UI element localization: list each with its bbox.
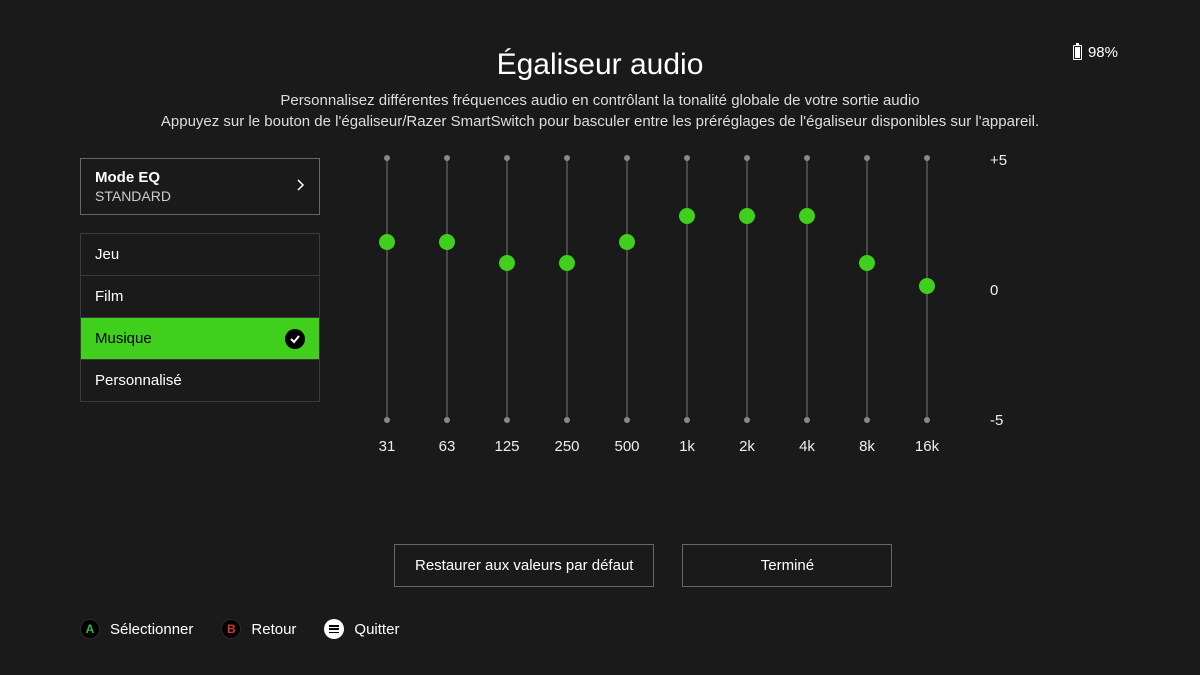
eq-slider[interactable]: 250 xyxy=(560,158,574,420)
done-button[interactable]: Terminé xyxy=(682,544,892,587)
preset-item[interactable]: Film xyxy=(80,276,320,318)
slider-endcap-icon xyxy=(504,417,510,423)
battery-percent: 98% xyxy=(1088,44,1118,61)
menu-button-icon xyxy=(324,619,344,639)
a-button-icon: A xyxy=(80,619,100,639)
slider-endcap-icon xyxy=(924,155,930,161)
freq-label: 63 xyxy=(439,438,456,455)
chevron-right-icon xyxy=(297,178,305,196)
eq-slider[interactable]: 31 xyxy=(380,158,394,420)
slider-endcap-icon xyxy=(684,417,690,423)
preset-label: Film xyxy=(95,288,123,305)
freq-label: 1k xyxy=(679,438,695,455)
freq-label: 8k xyxy=(859,438,875,455)
page-subtitle-1: Personnalisez différentes fréquences aud… xyxy=(80,92,1120,109)
slider-track xyxy=(867,158,868,420)
freq-label: 125 xyxy=(494,438,519,455)
slider-endcap-icon xyxy=(444,155,450,161)
eq-slider[interactable]: 500 xyxy=(620,158,634,420)
slider-endcap-icon xyxy=(864,417,870,423)
slider-endcap-icon xyxy=(684,155,690,161)
slider-track xyxy=(387,158,388,420)
slider-endcap-icon xyxy=(744,417,750,423)
freq-label: 4k xyxy=(799,438,815,455)
preset-label: Jeu xyxy=(95,246,119,263)
slider-endcap-icon xyxy=(624,155,630,161)
page-subtitle-2: Appuyez sur le bouton de l'égaliseur/Raz… xyxy=(80,113,1120,130)
slider-thumb[interactable] xyxy=(679,208,695,224)
freq-label: 2k xyxy=(739,438,755,455)
slider-thumb[interactable] xyxy=(499,255,515,271)
preset-item[interactable]: Jeu xyxy=(80,234,320,276)
slider-endcap-icon xyxy=(384,155,390,161)
slider-endcap-icon xyxy=(804,417,810,423)
freq-label: 500 xyxy=(614,438,639,455)
page-title: Égaliseur audio xyxy=(80,48,1120,82)
freq-label: 250 xyxy=(554,438,579,455)
slider-endcap-icon xyxy=(564,155,570,161)
hint-back-label: Retour xyxy=(251,621,296,638)
slider-thumb[interactable] xyxy=(799,208,815,224)
slider-endcap-icon xyxy=(804,155,810,161)
slider-endcap-icon xyxy=(924,417,930,423)
preset-label: Musique xyxy=(95,330,152,347)
preset-item[interactable]: Musique xyxy=(80,318,320,360)
scale-label-top: +5 xyxy=(990,152,1007,169)
slider-track xyxy=(687,158,688,420)
eq-slider[interactable]: 16k xyxy=(920,158,934,420)
hint-quit: Quitter xyxy=(324,619,399,639)
slider-track xyxy=(627,158,628,420)
slider-thumb[interactable] xyxy=(619,234,635,250)
slider-endcap-icon xyxy=(444,417,450,423)
preset-label: Personnalisé xyxy=(95,372,182,389)
reset-button[interactable]: Restaurer aux valeurs par défaut xyxy=(394,544,654,587)
hint-select: A Sélectionner xyxy=(80,619,193,639)
slider-endcap-icon xyxy=(564,417,570,423)
slider-endcap-icon xyxy=(744,155,750,161)
slider-thumb[interactable] xyxy=(919,278,935,294)
battery-icon xyxy=(1073,45,1082,60)
hint-select-label: Sélectionner xyxy=(110,621,193,638)
eq-mode-label: Mode EQ xyxy=(95,169,305,186)
slider-endcap-icon xyxy=(384,417,390,423)
scale-label-mid: 0 xyxy=(990,282,998,299)
battery-indicator: 98% xyxy=(1073,44,1118,61)
slider-track xyxy=(807,158,808,420)
slider-track xyxy=(507,158,508,420)
slider-thumb[interactable] xyxy=(859,255,875,271)
hint-quit-label: Quitter xyxy=(354,621,399,638)
eq-slider[interactable]: 2k xyxy=(740,158,754,420)
eq-slider[interactable]: 4k xyxy=(800,158,814,420)
check-icon xyxy=(285,329,305,349)
eq-slider[interactable]: 1k xyxy=(680,158,694,420)
eq-mode-selector[interactable]: Mode EQ STANDARD xyxy=(80,158,320,215)
slider-track xyxy=(567,158,568,420)
eq-mode-value: STANDARD xyxy=(95,188,305,204)
slider-thumb[interactable] xyxy=(439,234,455,250)
scale-label-bot: -5 xyxy=(990,412,1003,429)
hint-back: B Retour xyxy=(221,619,296,639)
slider-thumb[interactable] xyxy=(559,255,575,271)
freq-label: 31 xyxy=(379,438,396,455)
slider-track xyxy=(447,158,448,420)
slider-thumb[interactable] xyxy=(739,208,755,224)
slider-endcap-icon xyxy=(504,155,510,161)
b-button-icon: B xyxy=(221,619,241,639)
eq-slider[interactable]: 125 xyxy=(500,158,514,420)
slider-endcap-icon xyxy=(864,155,870,161)
slider-endcap-icon xyxy=(624,417,630,423)
eq-slider[interactable]: 63 xyxy=(440,158,454,420)
slider-track xyxy=(747,158,748,420)
slider-thumb[interactable] xyxy=(379,234,395,250)
preset-item[interactable]: Personnalisé xyxy=(80,360,320,402)
freq-label: 16k xyxy=(915,438,939,455)
eq-slider[interactable]: 8k xyxy=(860,158,874,420)
